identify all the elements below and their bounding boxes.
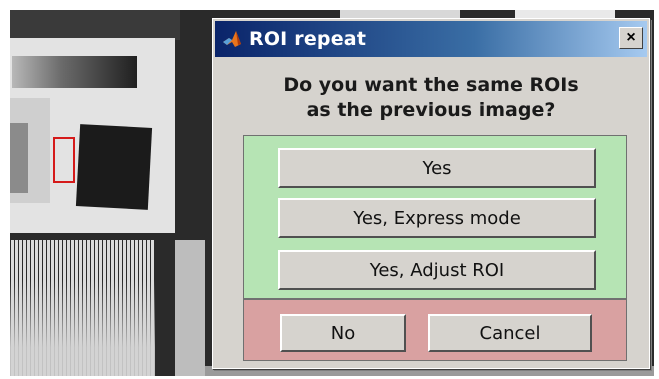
chart-dark-strip — [10, 10, 180, 40]
close-button[interactable]: × — [619, 27, 643, 49]
chart-slanted-edge-square — [75, 124, 153, 210]
chart-gradient-strip — [12, 56, 137, 88]
yes-button[interactable]: Yes — [278, 148, 596, 188]
no-options-panel: No Cancel — [243, 299, 627, 361]
cancel-button[interactable]: Cancel — [428, 314, 592, 352]
close-icon: × — [626, 29, 636, 46]
no-button[interactable]: No — [280, 314, 406, 352]
roi-selection-box — [53, 137, 75, 183]
dialog-question: Do you want the same ROIs as the previou… — [213, 73, 649, 123]
dialog-title: ROI repeat — [249, 28, 367, 50]
question-line-1: Do you want the same ROIs — [283, 74, 579, 96]
chart-bars-fade — [10, 280, 155, 376]
chart-side-panel — [175, 240, 205, 376]
yes-options-panel: Yes Yes, Express mode Yes, Adjust ROI — [243, 135, 627, 299]
yes-express-mode-button[interactable]: Yes, Express mode — [278, 198, 596, 238]
matlab-icon — [223, 31, 241, 47]
question-line-2: as the previous image? — [306, 99, 556, 121]
chart-target-card — [10, 38, 175, 233]
roi-repeat-dialog: ROI repeat × Do you want the same ROIs a… — [212, 18, 650, 369]
chart-grey-patch — [10, 123, 28, 193]
dialog-title-bar[interactable]: ROI repeat × — [215, 21, 647, 57]
yes-adjust-roi-button[interactable]: Yes, Adjust ROI — [278, 250, 596, 290]
